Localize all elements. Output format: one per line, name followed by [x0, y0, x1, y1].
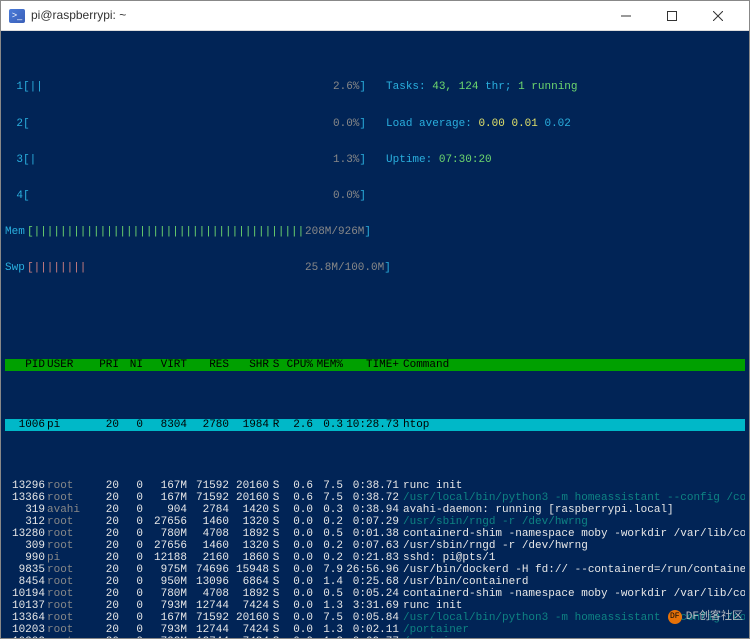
tasks-label: Tasks: — [386, 81, 426, 93]
titlebar[interactable]: >_ pi@raspberrypi: ~ — [1, 1, 749, 31]
process-row[interactable]: 319avahi20090427841420S0.00.30:38.94avah… — [5, 504, 745, 516]
hdr-mem[interactable]: MEM% — [313, 359, 343, 371]
process-row[interactable]: 10194root200780M47081892S0.00.50:05.24co… — [5, 588, 745, 600]
powershell-icon: >_ — [9, 9, 25, 23]
process-row[interactable]: 8454root200950M130966864S0.01.40:25.68/u… — [5, 576, 745, 588]
load-3: 0.02 — [544, 118, 570, 130]
cpu4-bar: [ — [23, 190, 333, 202]
watermark-icon: DF — [668, 610, 682, 624]
window-title: pi@raspberrypi: ~ — [31, 9, 603, 22]
hdr-res[interactable]: RES — [187, 359, 229, 371]
watermark: DF DF创客社区 — [668, 610, 743, 624]
process-row[interactable]: 13280root200780M47081892S0.00.50:01.38co… — [5, 528, 745, 540]
load-2: 0.01 — [511, 118, 537, 130]
mem-label: Mem — [5, 226, 27, 238]
cpu3-label: 3 — [5, 154, 23, 166]
tasks-running: 1 running — [518, 81, 577, 93]
cpu4-label: 4 — [5, 190, 23, 202]
process-row[interactable]: 10203root200793M127447424S0.01.30:02.11/… — [5, 624, 745, 636]
hdr-time[interactable]: TIME+ — [343, 359, 403, 371]
cpu1-pct: 2.6% — [333, 81, 359, 93]
watermark-text: DF创客社区 — [686, 611, 743, 623]
cpu3-bar: [| — [23, 154, 333, 166]
hdr-cmd[interactable]: Command — [403, 359, 745, 371]
process-row[interactable]: 10202root200793M127447424S0.01.30:09.77/… — [5, 636, 745, 638]
load-1: 0.00 — [478, 118, 504, 130]
cpu2-label: 2 — [5, 118, 23, 130]
terminal-viewport[interactable]: 1 [|| 2.6%] Tasks: 43, 124 thr; 1 runnin… — [1, 31, 749, 638]
tasks-thr: thr; — [485, 81, 511, 93]
process-row[interactable]: 10137root200793M127447424S0.01.33:31.69r… — [5, 600, 745, 612]
cpu3-pct: 1.3% — [333, 154, 359, 166]
process-row[interactable]: 990pi2001218821601860S0.00.20:21.83sshd:… — [5, 552, 745, 564]
swp-value: 25.8M/100.0M — [305, 262, 384, 274]
load-label: Load average: — [386, 118, 472, 130]
process-row[interactable]: 13296root200167M7159220160S0.67.50:38.71… — [5, 480, 745, 492]
mem-bar: [|||||||||||||||||||||||||||||||||||||||… — [27, 226, 305, 238]
minimize-button[interactable] — [603, 1, 649, 31]
process-row[interactable]: 312root2002765614601320S0.00.20:07.29/us… — [5, 516, 745, 528]
hdr-shr[interactable]: SHR — [229, 359, 269, 371]
maximize-button[interactable] — [649, 1, 695, 31]
tasks-threads: 43, — [432, 81, 452, 93]
process-list[interactable]: 13296root200167M7159220160S0.67.50:38.71… — [5, 480, 745, 638]
uptime-value: 07:30:20 — [439, 154, 492, 166]
hdr-s[interactable]: S — [269, 359, 283, 371]
cpu1-bar: [|| — [23, 81, 333, 93]
window-frame: >_ pi@raspberrypi: ~ 1 [|| 2.6%] Tasks: … — [0, 0, 750, 639]
cpu1-label: 1 — [5, 81, 23, 93]
mem-value: 208M/926M — [305, 226, 364, 238]
hdr-user[interactable]: USER — [47, 359, 93, 371]
hdr-ni[interactable]: NI — [119, 359, 143, 371]
cpu2-bar: [ — [23, 118, 333, 130]
close-button[interactable] — [695, 1, 741, 31]
swp-label: Swp — [5, 262, 27, 274]
cpu4-pct: 0.0% — [333, 190, 359, 202]
cpu2-pct: 0.0% — [333, 118, 359, 130]
swp-bar: [|||||||| — [27, 262, 305, 274]
process-row[interactable]: 13364root200167M7159220160S0.07.50:05.84… — [5, 612, 745, 624]
hdr-pid[interactable]: PID — [5, 359, 47, 371]
process-header[interactable]: PID USER PRI NI VIRT RES SHR S CPU% MEM%… — [5, 359, 745, 371]
process-row[interactable]: 9835root200975M7469615948S0.07.926:56.96… — [5, 564, 745, 576]
process-row[interactable]: 13366root200167M7159220160S0.67.50:38.72… — [5, 492, 745, 504]
hdr-pri[interactable]: PRI — [93, 359, 119, 371]
hdr-virt[interactable]: VIRT — [143, 359, 187, 371]
uptime-label: Uptime: — [386, 154, 432, 166]
process-row-selected[interactable]: 1006 pi 20 0 8304 2780 1984 R 2.6 0.3 10… — [5, 419, 745, 431]
process-row[interactable]: 309root2002765614601320S0.00.20:07.63/us… — [5, 540, 745, 552]
tasks-total: 124 — [459, 81, 479, 93]
hdr-cpu[interactable]: CPU% — [283, 359, 313, 371]
